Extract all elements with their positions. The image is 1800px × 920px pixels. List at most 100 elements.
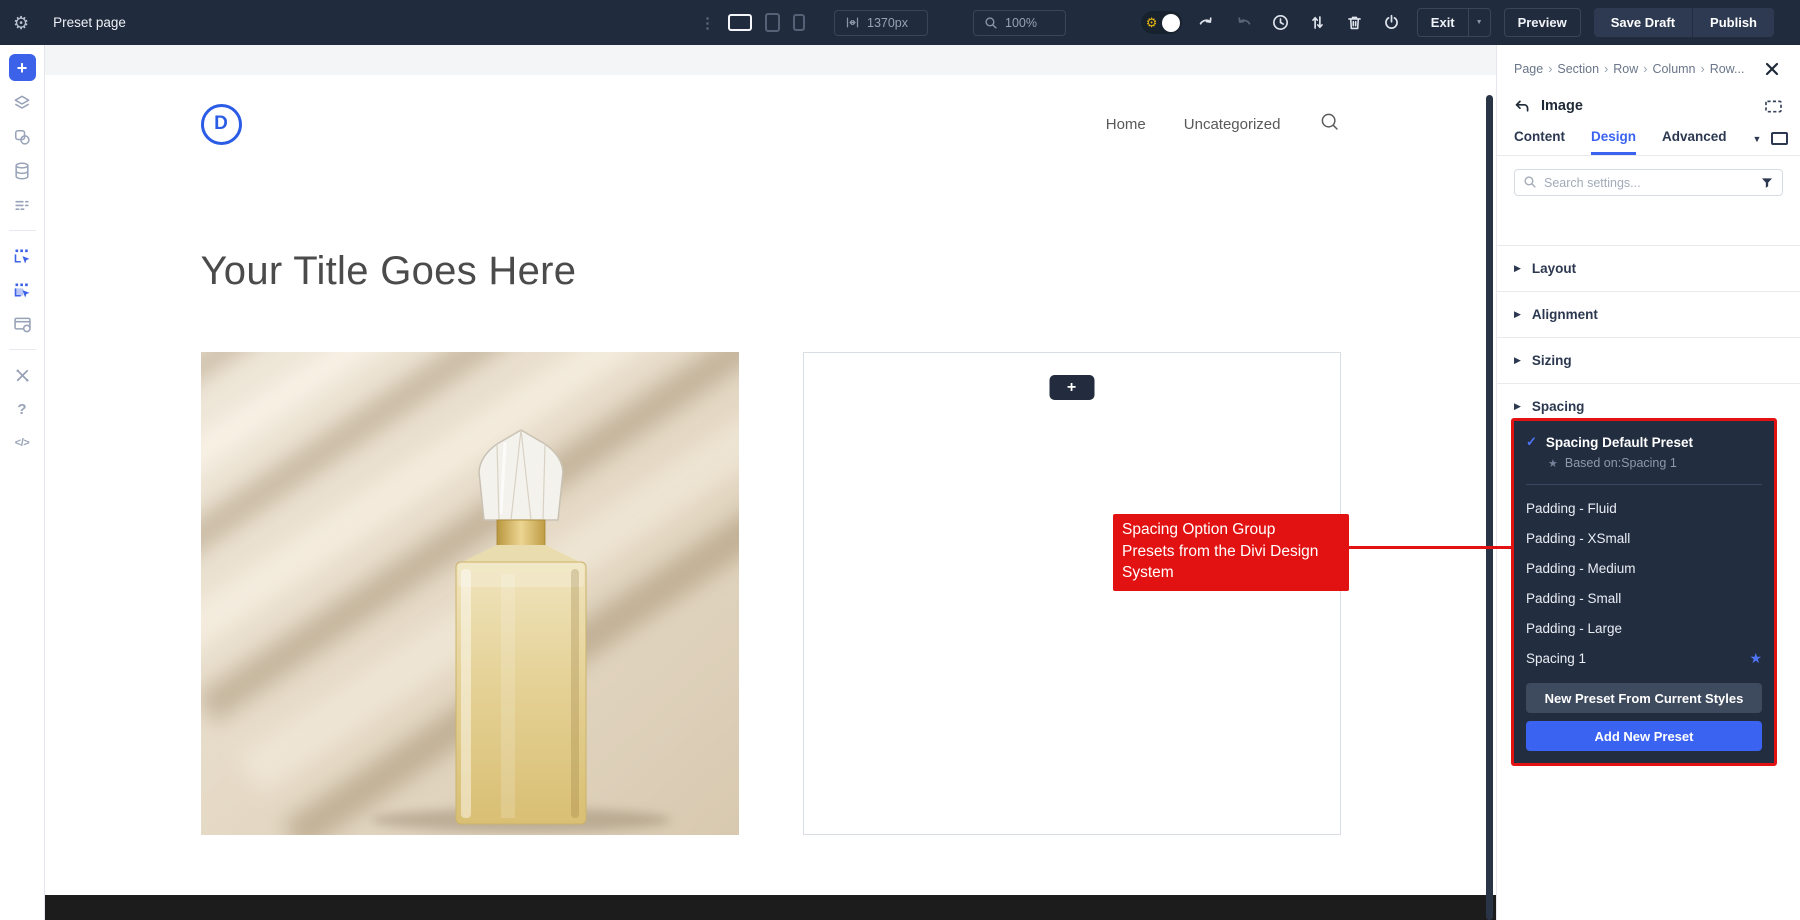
site-nav: Home Uncategorized (1106, 111, 1341, 137)
preset-item-label: Padding - Medium (1526, 561, 1636, 576)
option-group-label: Spacing (1532, 399, 1585, 414)
breadcrumb-separator: › (1548, 62, 1552, 76)
canvas-zoom-field[interactable] (973, 10, 1066, 36)
site-footer-bar (45, 895, 1496, 920)
phone-view-icon[interactable] (793, 14, 805, 31)
triangle-right-icon: ▶ (1514, 355, 1521, 366)
settings-tabs: Content Design Advanced ▼ (1497, 123, 1800, 156)
add-new-preset-button[interactable]: Add New Preset (1526, 721, 1762, 751)
add-image-button[interactable]: + (1049, 375, 1094, 400)
tab-advanced[interactable]: Advanced (1662, 123, 1727, 155)
breadcrumb-column[interactable]: Column (1652, 62, 1695, 76)
selected-preset-label: Spacing Default Preset (1546, 435, 1693, 450)
preview-button[interactable]: Preview (1504, 8, 1581, 37)
image-row: + (201, 352, 1341, 835)
topbar-left: ⚙ Preset page (0, 14, 126, 32)
preset-item-padding-small[interactable]: Padding - Small (1526, 583, 1762, 613)
new-preset-from-styles-button[interactable]: New Preset From Current Styles (1526, 683, 1762, 713)
close-panel-icon[interactable] (1761, 58, 1783, 80)
tablet-view-icon[interactable] (765, 13, 780, 32)
divi-builder-screen: ⚙ Preset page ⋮ ⚙ (0, 0, 1800, 920)
settings-search-input[interactable] (1514, 169, 1783, 196)
canvas-scrollbar[interactable] (1486, 95, 1493, 920)
option-group-sizing[interactable]: ▶ Sizing (1497, 337, 1800, 383)
help-icon[interactable]: ? (10, 397, 34, 421)
canvas-width-field[interactable] (834, 10, 928, 36)
breadcrumb-current[interactable]: Row... (1710, 62, 1745, 76)
option-group-layout[interactable]: ▶ Layout (1497, 245, 1800, 291)
triangle-right-icon: ▶ (1514, 401, 1521, 412)
portability-power-icon[interactable] (1380, 11, 1404, 35)
canvas-width-input[interactable] (867, 16, 917, 30)
default-star-icon[interactable]: ★ (1749, 650, 1762, 667)
preset-item-label: Padding - Small (1526, 591, 1621, 606)
preset-item-label: Padding - Large (1526, 621, 1622, 636)
layers-icon[interactable] (10, 91, 34, 115)
annotation-line-1: Spacing Option Group (1122, 519, 1340, 541)
builder-settings-gear-icon[interactable]: ⚙ (13, 14, 29, 32)
canvas-zoom-input[interactable] (1005, 16, 1055, 30)
preset-item-padding-medium[interactable]: Padding - Medium (1526, 553, 1762, 583)
preset-item-padding-xsmall[interactable]: Padding - XSmall (1526, 523, 1762, 553)
nav-link-home[interactable]: Home (1106, 116, 1146, 133)
perfume-image[interactable] (201, 352, 739, 835)
select-row-icon[interactable] (10, 278, 34, 302)
site-header: D Home Uncategorized (201, 75, 1341, 157)
theme-builder-icon[interactable] (10, 312, 34, 336)
exit-button[interactable]: Exit (1418, 15, 1468, 30)
redo-icon[interactable] (1232, 11, 1256, 35)
preset-item-spacing-1[interactable]: Spacing 1 ★ (1526, 643, 1762, 673)
exit-caret-icon[interactable]: ▼ (1468, 9, 1490, 36)
filter-funnel-icon[interactable] (1760, 176, 1774, 195)
site-search-icon[interactable] (1319, 111, 1341, 137)
tabs-desktop-icon[interactable] (1771, 132, 1788, 145)
history-clock-icon[interactable] (1269, 11, 1293, 35)
site-logo[interactable]: D (201, 104, 242, 145)
option-group-alignment[interactable]: ▶ Alignment (1497, 291, 1800, 337)
selected-preset-row[interactable]: ✓ Spacing Default Preset (1526, 434, 1762, 450)
desktop-view-icon[interactable] (728, 14, 752, 31)
drag-handle-icon[interactable]: ⋮ (700, 14, 715, 32)
module-header: Image (1514, 97, 1783, 115)
option-group-label: Alignment (1532, 307, 1598, 322)
undo-icon[interactable] (1195, 11, 1219, 35)
page-preview: D Home Uncategorized Your Title Goes Her… (45, 75, 1496, 920)
sort-arrows-icon[interactable] (1306, 11, 1330, 35)
toggle-gear-icon: ⚙ (1146, 16, 1158, 29)
sidebar-divider (9, 230, 36, 231)
breadcrumb-row[interactable]: Row (1613, 62, 1638, 76)
builder-topbar: ⚙ Preset page ⋮ ⚙ (0, 0, 1800, 45)
star-icon: ★ (1548, 457, 1558, 470)
expand-panel-icon[interactable] (1764, 99, 1783, 114)
empty-image-placeholder[interactable]: + (803, 352, 1341, 835)
based-on-row: ★ Based on:Spacing 1 (1548, 456, 1762, 470)
breadcrumb: Page › Section › Row › Column › Row... (1514, 58, 1783, 80)
search-icon (1523, 175, 1537, 194)
page-title-label: Preset page (53, 15, 126, 30)
page-heading[interactable]: Your Title Goes Here (201, 249, 1341, 294)
annotation-line-3: System (1122, 562, 1340, 584)
tab-design[interactable]: Design (1591, 123, 1636, 155)
spacing-preset-menu: ✓ Spacing Default Preset ★ Based on:Spac… (1511, 418, 1777, 766)
add-module-button[interactable]: + (9, 54, 36, 81)
nav-link-uncategorized[interactable]: Uncategorized (1184, 116, 1281, 133)
select-module-icon[interactable] (10, 244, 34, 268)
save-draft-button[interactable]: Save Draft (1594, 8, 1692, 37)
wireframe-icon[interactable] (10, 193, 34, 217)
tabs-caret-icon[interactable]: ▼ (1753, 134, 1762, 144)
preset-item-padding-fluid[interactable]: Padding - Fluid (1526, 493, 1762, 523)
publish-button[interactable]: Publish (1692, 8, 1774, 37)
style-presets-icon[interactable] (10, 125, 34, 149)
code-icon[interactable]: </> (10, 431, 34, 455)
breadcrumb-section[interactable]: Section (1557, 62, 1599, 76)
preset-item-label: Padding - Fluid (1526, 501, 1617, 516)
breadcrumb-page[interactable]: Page (1514, 62, 1543, 76)
builder-mode-toggle[interactable]: ⚙ (1141, 11, 1182, 34)
trash-icon[interactable] (1343, 11, 1367, 35)
tab-content[interactable]: Content (1514, 123, 1565, 155)
preset-item-padding-large[interactable]: Padding - Large (1526, 613, 1762, 643)
module-title: Image (1541, 98, 1583, 114)
back-arrow-icon[interactable] (1514, 97, 1532, 115)
database-icon[interactable] (10, 159, 34, 183)
tools-icon[interactable] (10, 363, 34, 387)
